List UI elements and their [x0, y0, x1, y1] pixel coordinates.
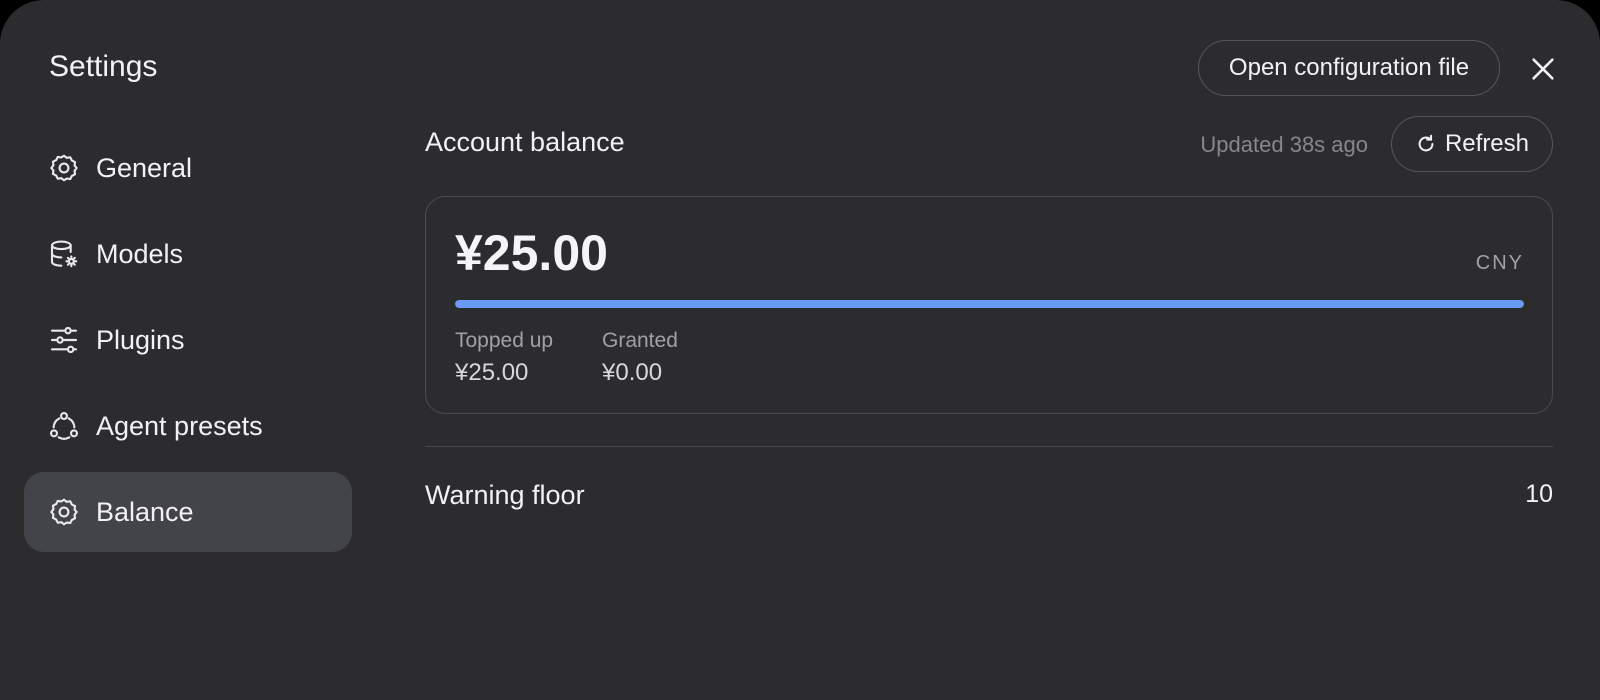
sidebar-item-label: Plugins	[96, 324, 185, 355]
refresh-icon	[1418, 134, 1434, 152]
sidebar-item-label: General	[96, 152, 193, 183]
topped-up-stat: Topped up ¥25.00	[455, 329, 553, 387]
granted-value: ¥0.00	[602, 359, 663, 386]
account-balance-title: Account balance	[425, 127, 625, 157]
open-config-file-button[interactable]: Open configuration file	[1198, 40, 1500, 96]
sidebar-item-plugins[interactable]: Plugins	[24, 300, 352, 380]
sidebar-item-balance[interactable]: Balance	[24, 472, 352, 552]
topped-up-value: ¥25.00	[455, 359, 529, 386]
sidebar-item-general[interactable]: General	[24, 128, 352, 208]
refresh-button[interactable]: Refresh	[1391, 116, 1553, 172]
close-icon	[1532, 58, 1554, 80]
currency-code: CNY	[1475, 252, 1524, 274]
database-gear-icon	[48, 238, 80, 270]
balance-progress-fill	[455, 300, 1524, 308]
topped-up-label: Topped up	[455, 329, 554, 352]
granted-stat: Granted ¥0.00	[602, 329, 678, 387]
warning-floor-value[interactable]: 10	[1525, 480, 1553, 509]
balance-amount: ¥25.00	[455, 225, 608, 281]
sidebar-item-label: Balance	[96, 496, 194, 527]
close-button[interactable]	[1524, 50, 1562, 88]
settings-dialog: Settings General Models Plugins Agent pr…	[0, 0, 1600, 700]
section-divider	[425, 446, 1553, 447]
granted-label: Granted	[602, 329, 678, 352]
updated-timestamp: Updated 38s ago	[1200, 132, 1368, 157]
balance-progress-bar	[455, 300, 1524, 308]
warning-floor-label: Warning floor	[425, 480, 585, 510]
sidebar-item-agent-presets[interactable]: Agent presets	[24, 386, 352, 466]
sliders-icon	[48, 324, 80, 356]
sidebar-item-label: Agent presets	[96, 410, 263, 441]
nodes-icon	[48, 410, 80, 442]
gear-icon	[48, 496, 80, 528]
sidebar-item-label: Models	[96, 238, 184, 269]
settings-title: Settings	[49, 50, 158, 83]
sidebar-item-models[interactable]: Models	[24, 214, 352, 294]
gear-icon	[48, 152, 80, 184]
balance-card: ¥25.00 CNY Topped up ¥25.00 Granted ¥0.0…	[425, 196, 1553, 414]
refresh-label: Refresh	[1444, 130, 1530, 157]
